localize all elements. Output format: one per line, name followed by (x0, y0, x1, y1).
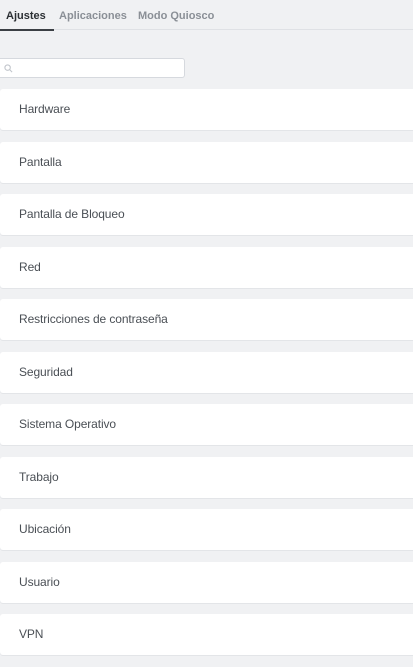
settings-item-label: Seguridad (19, 364, 73, 379)
settings-item-label: Red (19, 259, 41, 274)
search-box (0, 58, 185, 78)
settings-item-ubicacion[interactable]: Ubicación (0, 509, 413, 550)
tab-bar: Ajustes Aplicaciones Modo Quiosco (0, 0, 413, 31)
settings-item-label: Usuario (19, 574, 60, 589)
settings-item-label: Sistema Operativo (19, 417, 117, 431)
settings-item-usuario[interactable]: Usuario (0, 561, 413, 603)
search-input[interactable] (16, 60, 180, 76)
settings-item-label: VPN (19, 627, 44, 641)
settings-item-restricciones-de-contrasena[interactable]: Restricciones de contraseña (0, 299, 413, 340)
settings-item-pantalla[interactable]: Pantalla (0, 141, 413, 183)
search-icon (4, 64, 13, 73)
settings-item-label: Trabajo (19, 469, 59, 484)
settings-item-label: Pantalla (19, 154, 62, 169)
settings-item-red[interactable]: Red (0, 246, 413, 288)
settings-item-label: Hardware (19, 102, 71, 116)
settings-list: Hardware Pantalla Pantalla de Bloqueo Re… (0, 89, 413, 667)
settings-item-label: Pantalla de Bloqueo (19, 207, 125, 221)
settings-item-label: Restricciones de contraseña (19, 312, 168, 326)
tab-modo-quiosco[interactable]: Modo Quiosco (138, 0, 214, 30)
settings-item-hardware[interactable]: Hardware (0, 89, 413, 130)
settings-item-pantalla-de-bloqueo[interactable]: Pantalla de Bloqueo (0, 194, 413, 235)
settings-item-label: Ubicación (19, 522, 71, 536)
settings-item-sistema-operativo[interactable]: Sistema Operativo (0, 404, 413, 445)
tab-aplicaciones[interactable]: Aplicaciones (59, 0, 127, 30)
settings-item-vpn[interactable]: VPN (0, 614, 413, 655)
settings-item-trabajo[interactable]: Trabajo (0, 456, 413, 498)
tab-ajustes[interactable]: Ajustes (0, 0, 54, 31)
settings-item-seguridad[interactable]: Seguridad (0, 351, 413, 393)
